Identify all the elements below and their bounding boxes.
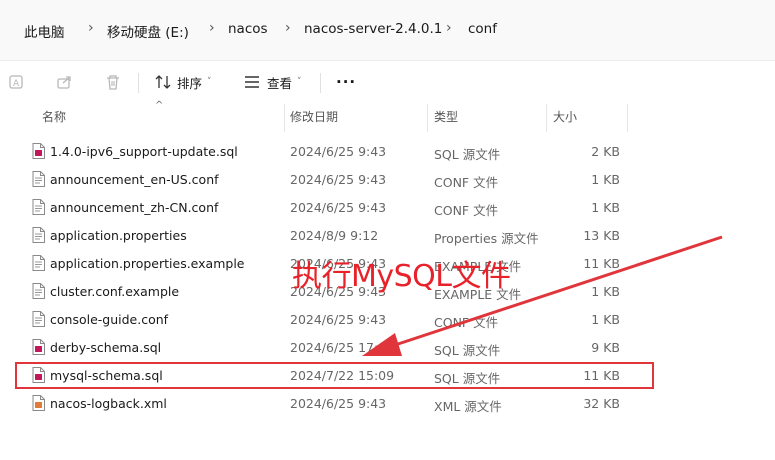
annotation-arrow [362, 235, 723, 356]
